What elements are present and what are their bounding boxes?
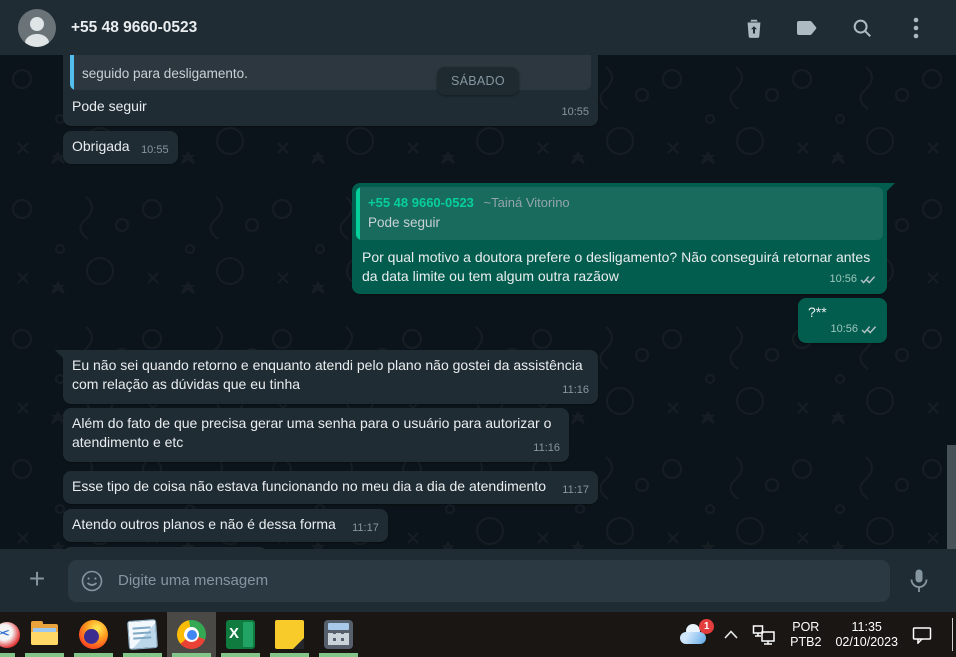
taskbar-app-firefox[interactable] [69, 612, 118, 657]
chrome-icon [177, 620, 206, 649]
emoji-icon[interactable] [80, 569, 104, 593]
search-icon[interactable] [850, 16, 874, 40]
language-indicator[interactable]: POR PTB2 [790, 620, 821, 650]
taskbar-app-chrome[interactable] [167, 612, 216, 657]
message-text: Atendo outros planos e não é dessa forma [72, 516, 336, 532]
message-time: 10:55 [141, 144, 169, 156]
message-text: Pode seguir [72, 98, 147, 114]
trash-icon[interactable] [742, 16, 766, 40]
message-bubble-incoming[interactable]: Além do fato de que precisa gerar uma se… [63, 408, 569, 462]
system-tray: 1 POR PTB2 11:35 02/10/2023 [680, 612, 956, 657]
message-bubble-incoming[interactable]: Esse tipo de coisa não estava funcionand… [63, 471, 598, 504]
quote-sender: +55 48 9660-0523 [368, 195, 474, 210]
taskbar-app-excel[interactable]: X [216, 612, 265, 657]
message-bubble-incoming[interactable]: Atendo outros planos e não é dessa forma… [63, 509, 388, 542]
chat-scrollbar[interactable] [947, 445, 956, 549]
excel-icon: X [226, 620, 255, 649]
message-text: ?** [808, 304, 827, 320]
message-input[interactable] [118, 572, 878, 589]
message-bubble-outgoing[interactable]: ?** 10:56 [798, 298, 887, 343]
calculator-icon [324, 620, 353, 649]
message-bubble-incoming[interactable]: Obrigada 10:55 [63, 131, 178, 164]
quoted-message[interactable]: +55 48 9660-0523 ~Tainá Vitorino Pode se… [356, 187, 883, 240]
message-time: 11:17 [562, 484, 589, 496]
attach-plus-icon[interactable]: + [22, 564, 52, 596]
message-composer: + [0, 549, 956, 612]
tray-expand-chevron-icon[interactable] [724, 630, 738, 639]
message-text: Além do fato de que precisa gerar uma se… [72, 415, 552, 450]
message-input-container[interactable] [68, 559, 890, 602]
snipping-tool-icon [0, 621, 20, 648]
double-check-icon [860, 276, 876, 284]
message-time: 11:17 [352, 522, 379, 534]
firefox-icon [79, 620, 108, 649]
tray-time: 11:35 [851, 619, 882, 634]
taskbar-app-sticky-notes[interactable] [265, 612, 314, 657]
date-divider: SÁBADO [437, 67, 519, 95]
label-icon[interactable] [796, 16, 820, 40]
show-desktop-divider[interactable] [952, 618, 953, 651]
onedrive-cloud-icon[interactable]: 1 [680, 618, 715, 647]
network-icon[interactable] [752, 624, 776, 646]
message-text: Obrigada [72, 138, 130, 154]
quote-sender-alias: ~Tainá Vitorino [483, 195, 570, 210]
message-list: SÁBADO seguido para desligamento. Pode s… [0, 55, 956, 549]
message-time: 11:16 [562, 384, 589, 396]
windows-taskbar: X 1 POR PTB2 11:35 [0, 612, 956, 657]
message-time: 10:56 [829, 273, 857, 285]
message-bubble-outgoing[interactable]: +55 48 9660-0523 ~Tainá Vitorino Pode se… [352, 183, 895, 294]
message-time: 10:56 [830, 323, 858, 335]
message-time: 11:16 [533, 442, 560, 454]
person-icon [25, 16, 49, 47]
message-time: 10:55 [561, 106, 589, 118]
notepad-icon [127, 619, 158, 650]
message-text: Por qual motivo a doutora prefere o desl… [362, 249, 871, 284]
double-check-icon [861, 326, 877, 334]
taskbar-app-notepad[interactable] [118, 612, 167, 657]
contact-name[interactable]: +55 48 9660-0523 [71, 19, 742, 37]
message-text: Esse tipo de coisa não estava funcionand… [72, 478, 546, 494]
contact-avatar[interactable] [18, 8, 56, 47]
message-bubble-incoming[interactable]: Eu não sei quando retorno e enquanto ate… [55, 350, 598, 404]
kebab-menu-icon[interactable] [904, 16, 928, 40]
taskbar-app-snipping-tool[interactable] [0, 612, 20, 657]
chat-header: +55 48 9660-0523 [0, 0, 956, 55]
mic-icon[interactable] [908, 568, 930, 594]
file-explorer-icon [30, 620, 59, 649]
action-center-icon[interactable] [912, 626, 932, 644]
message-text: Eu não sei quando retorno e enquanto ate… [72, 357, 583, 392]
quote-text: Pode seguir [368, 215, 441, 230]
taskbar-app-calculator[interactable] [314, 612, 363, 657]
tray-date: 02/10/2023 [835, 634, 898, 649]
sticky-notes-icon [275, 620, 304, 649]
taskbar-app-file-explorer[interactable] [20, 612, 69, 657]
notification-badge: 1 [699, 618, 715, 634]
clock[interactable]: 11:35 02/10/2023 [835, 620, 898, 650]
